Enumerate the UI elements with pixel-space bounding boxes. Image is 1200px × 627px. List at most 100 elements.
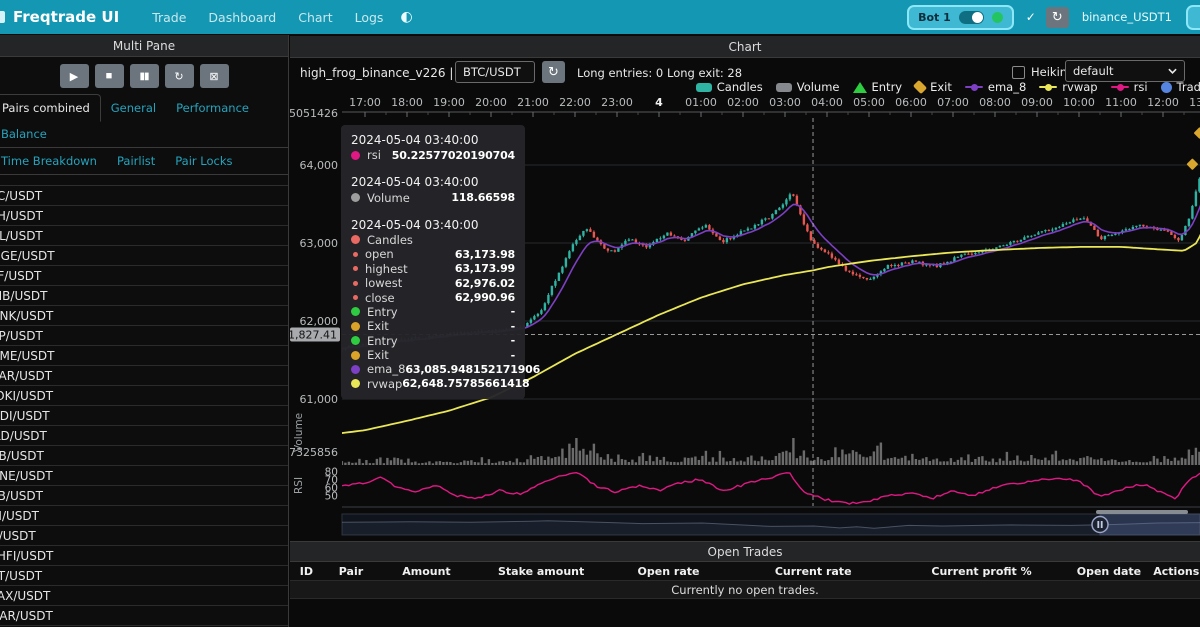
svg-text:07:00: 07:00 (937, 96, 969, 109)
column-header-amount[interactable]: Amount (379, 565, 474, 578)
tooltip-value: 63,173.99 (454, 262, 515, 276)
legend-item-rsi[interactable]: rsi (1110, 80, 1148, 94)
tooltip-value: 50.22577020190704 (391, 148, 515, 162)
svg-text:21:00: 21:00 (517, 96, 549, 109)
ema_8-swatch-icon (964, 83, 983, 91)
pair-select[interactable]: BTC/USDT (455, 61, 535, 83)
navbar-reload-button[interactable]: ↻ (1045, 6, 1069, 28)
tab-time-breakdown[interactable]: Time Breakdown (0, 148, 107, 174)
pair-row[interactable]: SHIB/USDT (0, 286, 288, 306)
tooltip-row-exit: Exit - (351, 348, 515, 362)
zoom-selected-window[interactable] (1099, 513, 1200, 536)
legend-item-trades[interactable]: Trades (1160, 80, 1200, 94)
tooltip-label: rsi (367, 148, 381, 163)
pair-row[interactable]: BOME/USDT (0, 346, 288, 366)
pair-row[interactable]: ETHFI/USDT (0, 546, 288, 566)
pair-row[interactable]: NEAR/USDT (0, 366, 288, 386)
legend-label: rvwap (1062, 80, 1098, 94)
tooltip-row-candles: Candles (351, 233, 515, 247)
pair-row[interactable]: SUI/USDT (0, 506, 288, 526)
chart-reload-button[interactable]: ↻ (542, 61, 565, 83)
pair-row[interactable]: ARB/USDT (0, 446, 288, 466)
bot-id-label: binance_USDT1 (1081, 10, 1172, 24)
play-button[interactable]: ▶ (59, 64, 89, 88)
svg-text:63,000: 63,000 (300, 237, 339, 250)
series-dot-icon (353, 266, 358, 272)
column-header-open-rate[interactable]: Open rate (608, 565, 728, 578)
tooltip-label: Candles (367, 232, 413, 247)
tab-general[interactable]: General (101, 95, 166, 121)
legend-label: Exit (930, 80, 952, 94)
column-header-open-date[interactable]: Open date (1065, 565, 1152, 578)
pair-row[interactable]: RUNE/USDT (0, 466, 288, 486)
zoom-handle[interactable] (1091, 515, 1109, 534)
column-header-actions[interactable]: Actions (1153, 565, 1200, 578)
chart-panel-title: Chart (290, 36, 1200, 58)
svg-text:20:00: 20:00 (475, 96, 507, 109)
nav-item-logs[interactable]: Logs (355, 10, 384, 25)
column-header-current-rate[interactable]: Current rate (729, 565, 898, 578)
tab-pairs-combined[interactable]: Pairs combined (0, 94, 101, 122)
pair-row[interactable]: FLOKI/USDT (0, 386, 288, 406)
nav-item-dashboard[interactable]: Dashboard (208, 10, 276, 25)
multi-pane-sidebar: Multi Pane ▶ ■ ▮▮ ↻ ⊠ Pairs combined General P… (0, 35, 289, 627)
heikin-ashi-checkbox[interactable] (1012, 65, 1025, 79)
column-header-pair[interactable]: Pair (323, 565, 379, 578)
tab-pairlist[interactable]: Pairlist (107, 148, 165, 174)
nav-item-chart[interactable]: Chart (298, 10, 332, 25)
legend-item-volume[interactable]: Volume (775, 80, 840, 94)
pair-row[interactable]: TRB/USDT (0, 486, 288, 506)
stop-button[interactable]: ■ (94, 64, 124, 88)
pair-row[interactable]: AVAX/USDT (0, 586, 288, 606)
pair-row[interactable]: ETH/USDT (0, 206, 288, 226)
legend-item-rvwap[interactable]: rvwap (1039, 80, 1098, 94)
horizontal-scrollbar-thumb[interactable] (1096, 510, 1188, 514)
pause-button[interactable]: ▮▮ (129, 64, 159, 88)
volume-swatch-icon (775, 82, 792, 92)
pair-row[interactable]: BONK/USDT (0, 306, 288, 326)
svg-text:09:00: 09:00 (1021, 96, 1053, 109)
pair-row[interactable]: HBAR/USDT (0, 606, 288, 626)
tooltip-row-volume: Volume 118.66598 (351, 190, 515, 205)
pair-list: BTC/USDTETH/USDTSOL/USDTDOGE/USDTWIF/USD… (0, 185, 288, 627)
next-bot-box-fragment[interactable] (1186, 4, 1200, 30)
legend-item-ema_8[interactable]: ema_8 (964, 80, 1026, 94)
column-header-stake-amount[interactable]: Stake amount (474, 565, 609, 578)
pair-row[interactable]: DOGE/USDT (0, 246, 288, 266)
pair-row[interactable]: XRP/USDT (0, 326, 288, 346)
tab-balance[interactable]: Balance (0, 121, 57, 147)
svg-text:515051426: 515051426 (290, 107, 338, 120)
legend-item-candles[interactable]: Candles (695, 80, 763, 94)
column-header-current-profit--[interactable]: Current profit % (898, 565, 1065, 578)
theme-toggle-moon-icon[interactable]: ◐ (400, 9, 412, 25)
tooltip-row-rsi: rsi 50.22577020190704 (351, 148, 515, 162)
pair-row[interactable]: SOL/USDT (0, 226, 288, 246)
close-plots-button[interactable]: ⊠ (199, 64, 229, 88)
legend-item-exit[interactable]: Exit (913, 79, 952, 95)
svg-text:10:00: 10:00 (1063, 96, 1095, 109)
pair-row[interactable]: WIF/USDT (0, 266, 288, 286)
pair-row[interactable]: VET/USDT (0, 566, 288, 586)
bot-status-box[interactable]: Bot 1 (907, 4, 1014, 30)
pair-row[interactable]: ORDI/USDT (0, 406, 288, 426)
pause-icon: ▮▮ (139, 70, 149, 82)
svg-text:62,000: 62,000 (300, 315, 339, 328)
svg-text:61,827.41: 61,827.41 (290, 328, 337, 341)
data-zoom-navigator[interactable] (341, 510, 1200, 536)
nav-item-trade[interactable]: Trade (152, 10, 186, 25)
tab-pair-locks[interactable]: Pair Locks (165, 148, 242, 174)
legend-label: Trades (1176, 80, 1200, 94)
series-dot-icon (353, 251, 358, 257)
tab-performance[interactable]: Performance (166, 95, 259, 121)
legend-item-entry[interactable]: Entry (852, 80, 902, 94)
refresh-button[interactable]: ↻ (164, 64, 194, 88)
tooltip-row-exit: Exit - (351, 319, 515, 333)
tooltip-row-lowest: lowest 62,976.02 (351, 276, 515, 290)
pair-row[interactable]: BTC/USDT (0, 186, 288, 206)
series-dot-icon (353, 295, 358, 301)
pair-row[interactable]: WLD/USDT (0, 426, 288, 446)
column-header-id[interactable]: ID (290, 565, 323, 578)
rvwap-swatch-icon (1039, 83, 1058, 91)
pair-row[interactable]: OP/USDT (0, 526, 288, 546)
bot-toggle[interactable] (958, 10, 984, 24)
